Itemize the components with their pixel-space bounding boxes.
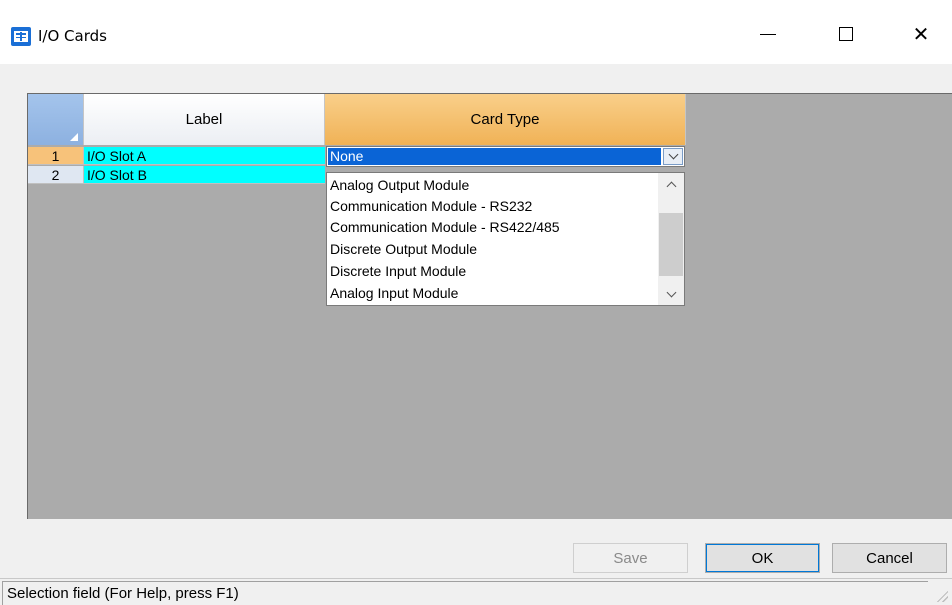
corner-triangle-icon (70, 133, 78, 141)
card-type-option[interactable]: Communication Module - RS422/485 (330, 216, 560, 238)
scroll-up-button[interactable] (658, 173, 684, 195)
card-type-option[interactable]: Communication Module - RS232 (330, 195, 532, 217)
maximize-icon (839, 27, 853, 41)
cancel-button[interactable]: Cancel (832, 543, 947, 573)
window-title: I/O Cards (38, 27, 107, 45)
chevron-down-icon (666, 287, 676, 297)
resize-grip-icon[interactable] (934, 588, 948, 602)
column-header-label[interactable]: Label (84, 94, 325, 145)
card-type-option[interactable]: Discrete Output Module (330, 238, 477, 260)
card-type-select[interactable]: None (326, 146, 685, 167)
card-type-selected-value[interactable]: None (328, 148, 661, 165)
close-icon: ✕ (912, 22, 930, 46)
card-type-option[interactable]: Analog Output Module (330, 174, 469, 196)
save-button[interactable]: Save (573, 543, 688, 573)
title-bar: I/O Cards ✕ (0, 0, 952, 64)
label-cell[interactable]: I/O Slot A (84, 147, 325, 165)
label-cell[interactable]: I/O Slot B (84, 166, 325, 184)
close-button[interactable]: ✕ (898, 18, 944, 50)
card-type-option[interactable]: Analog Input Module (330, 282, 458, 304)
maximize-button[interactable] (823, 18, 869, 50)
status-bar: Selection field (For Help, press F1) (0, 578, 952, 605)
scrollbar-thumb[interactable] (659, 213, 683, 276)
status-text: Selection field (For Help, press F1) (7, 585, 239, 602)
card-type-options-list[interactable]: Analog Output Module Communication Modul… (326, 172, 685, 306)
card-type-option[interactable]: Discrete Input Module (330, 260, 466, 282)
scroll-down-button[interactable] (658, 283, 684, 305)
minimize-button[interactable] (745, 18, 791, 50)
column-header-card-type[interactable]: Card Type (325, 94, 686, 145)
ok-button[interactable]: OK (705, 543, 820, 573)
row-header[interactable]: 2 (28, 166, 84, 184)
minimize-icon (760, 33, 776, 35)
row-header[interactable]: 1 (28, 147, 84, 165)
grid-select-all-corner[interactable] (28, 94, 84, 145)
options-scrollbar[interactable] (658, 173, 684, 305)
chevron-down-icon (668, 149, 678, 160)
grid-app-icon (11, 27, 31, 46)
chevron-up-icon (666, 181, 676, 191)
dropdown-toggle-button[interactable] (663, 148, 683, 165)
